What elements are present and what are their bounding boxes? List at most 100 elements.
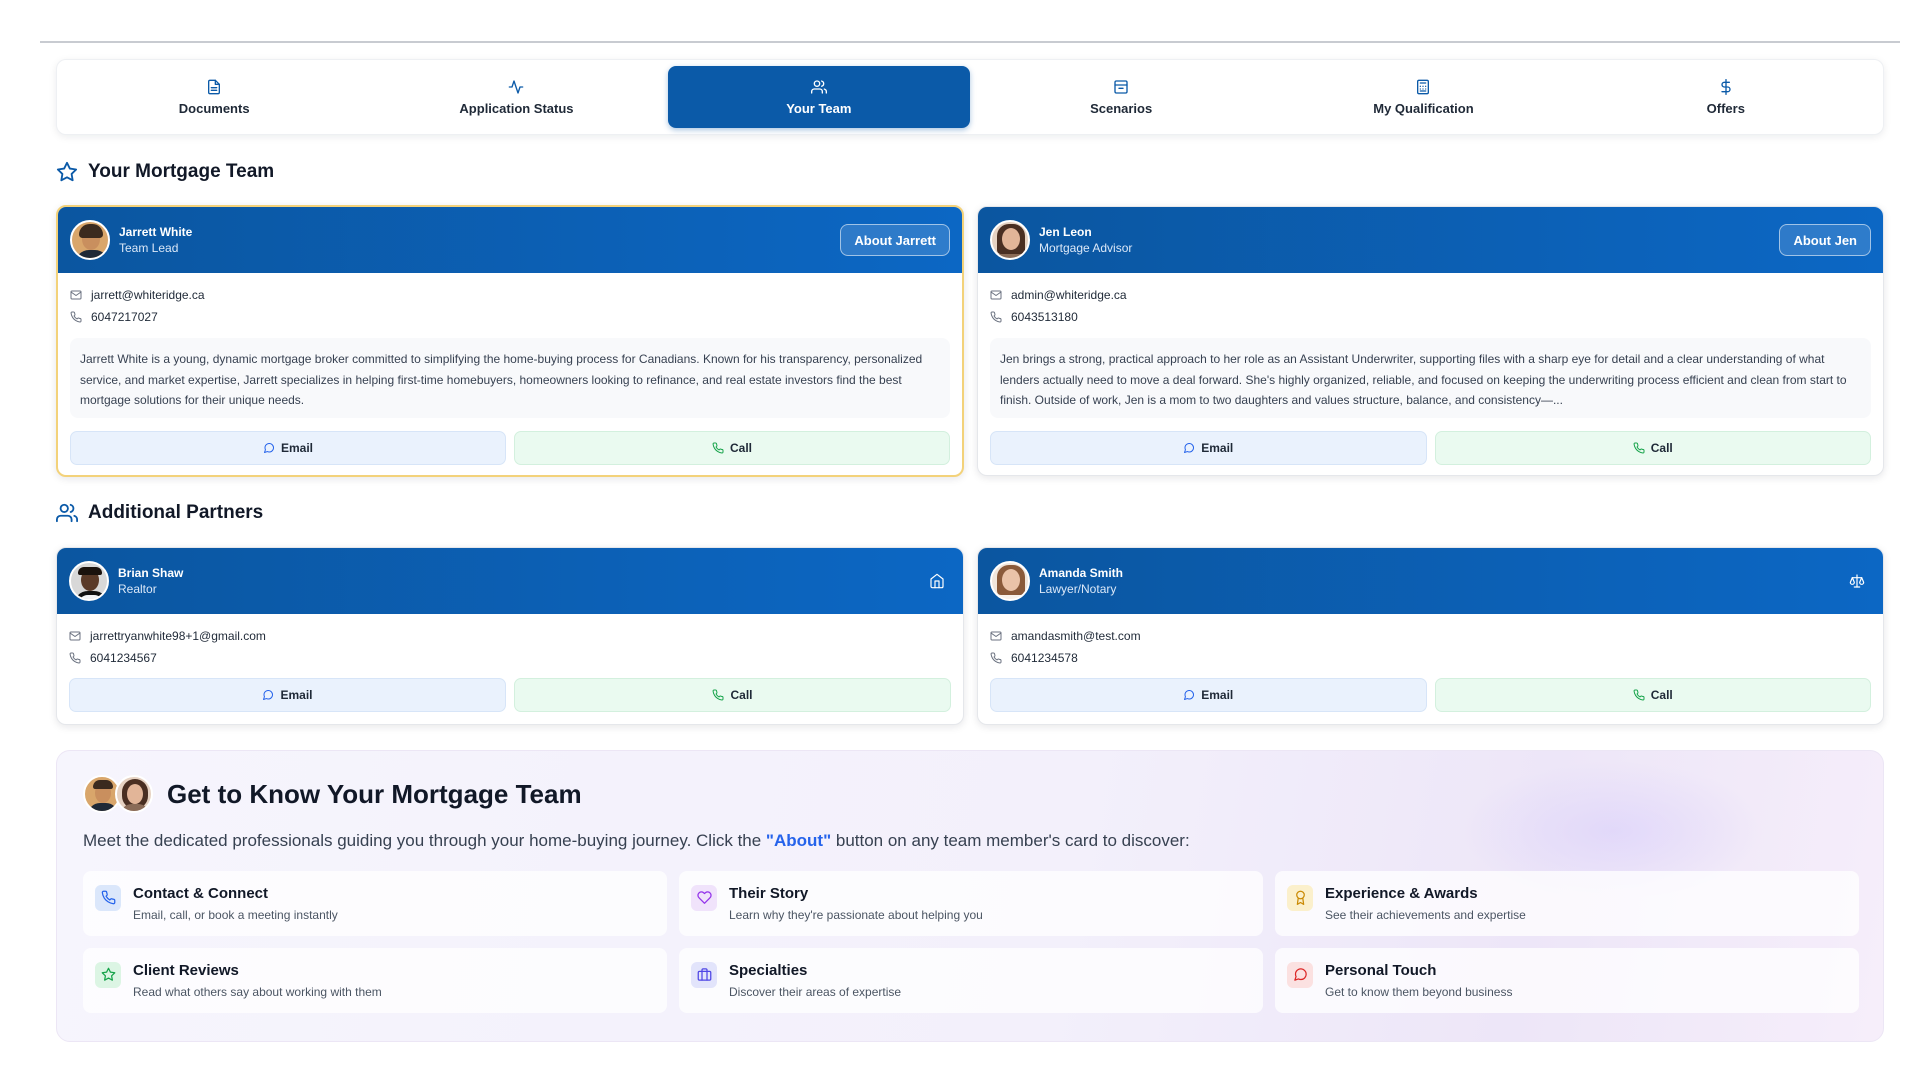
award-icon	[1295, 890, 1305, 905]
star-icon	[101, 967, 115, 981]
get-to-know-panel: Get to Know Your Mortgage Team Meet the …	[56, 750, 1884, 1042]
avatar	[115, 775, 153, 813]
phone-icon	[69, 652, 81, 664]
member-name: Jarrett White	[119, 225, 193, 239]
email-button[interactable]: Email	[990, 431, 1427, 465]
team-card-jen: Jen Leon Mortgage Advisor About Jen admi…	[977, 206, 1884, 476]
phone-icon	[713, 689, 724, 701]
section-title-text: Additional Partners	[88, 502, 264, 523]
member-email: amandasmith@test.com	[1011, 629, 1141, 643]
heart-icon	[696, 891, 712, 904]
message-icon	[1293, 968, 1307, 981]
email-row: jarrettryanwhite98+1@gmail.com	[57, 625, 963, 647]
email-row: amandasmith@test.com	[978, 625, 1883, 647]
member-role: Mortgage Advisor	[1039, 241, 1133, 255]
feature-personal-touch: Personal Touch Get to know them beyond bu…	[1275, 948, 1859, 1013]
email-button-label: Email	[1201, 441, 1234, 455]
feature-experience-awards: Experience & Awards See their achievement…	[1275, 871, 1859, 936]
about-button[interactable]: About Jen	[1779, 224, 1871, 256]
phone-row: 6043513180	[978, 306, 1883, 328]
avatar	[990, 561, 1030, 601]
feature-desc: Email, call, or book a meeting instantly	[133, 908, 338, 922]
card-header: Jarrett White Team Lead About Jarrett	[58, 207, 962, 273]
tab-documents[interactable]: Documents	[63, 66, 365, 128]
member-name: Brian Shaw	[118, 566, 184, 580]
email-row: admin@whiteridge.ca	[978, 284, 1883, 306]
email-button-label: Email	[280, 688, 313, 702]
member-bio: Jarrett White is a young, dynamic mortga…	[70, 338, 950, 418]
subtitle-highlight: "About"	[765, 831, 832, 850]
panel-subtitle: Meet the dedicated professionals guiding…	[83, 831, 1190, 851]
partner-card-brian: Brian Shaw Realtor jarrettryanwhite98+1@…	[56, 547, 964, 725]
member-role: Realtor	[118, 582, 157, 596]
section-title-text: Your Mortgage Team	[88, 161, 275, 182]
feature-title: Experience & Awards	[1325, 885, 1478, 902]
feature-title: Client Reviews	[133, 962, 239, 979]
feature-title: Personal Touch	[1325, 962, 1437, 979]
avatar	[990, 220, 1030, 260]
tab-label: Documents	[178, 100, 250, 116]
tab-your-team[interactable]: Your Team	[667, 66, 970, 128]
phone-icon	[101, 890, 115, 905]
message-circle-icon	[263, 442, 274, 453]
subtitle-text: button on any team member's card to disc…	[831, 831, 1190, 850]
phone-icon	[1633, 689, 1645, 701]
tab-application-status[interactable]: Application Status	[365, 66, 667, 128]
feature-desc: Learn why they're passionate about helpi…	[729, 908, 983, 922]
avatar	[69, 561, 109, 601]
member-role: Team Lead	[119, 241, 179, 255]
email-button[interactable]: Email	[990, 678, 1427, 712]
feature-title: Their Story	[729, 885, 809, 902]
phone-icon	[990, 311, 1002, 323]
subtitle-text: Meet the dedicated professionals guiding…	[83, 831, 766, 850]
member-phone: 6041234567	[90, 651, 157, 665]
feature-client-reviews: Client Reviews Read what others say about…	[83, 948, 667, 1013]
feature-desc: Get to know them beyond business	[1325, 985, 1513, 999]
tab-offers[interactable]: Offers	[1575, 66, 1877, 128]
card-header: Jen Leon Mortgage Advisor About Jen	[978, 207, 1883, 273]
tab-label: Your Team	[786, 100, 852, 116]
member-name: Jen Leon	[1039, 225, 1092, 239]
tab-label: Offers	[1706, 100, 1745, 116]
partner-card-amanda: Amanda Smith Lawyer/Notary amandasmith@t…	[977, 547, 1884, 725]
email-row: jarrett@whiteridge.ca	[58, 284, 962, 306]
call-button-label: Call	[1650, 688, 1673, 702]
mail-icon	[990, 290, 1002, 300]
briefcase-icon	[697, 968, 711, 981]
member-email: admin@whiteridge.ca	[1011, 288, 1127, 302]
member-phone: 6041234578	[1011, 651, 1078, 665]
call-button[interactable]: Call	[514, 678, 951, 712]
users-icon	[56, 503, 78, 523]
email-button[interactable]: Email	[70, 431, 506, 465]
tab-label: Scenarios	[1090, 100, 1153, 116]
avatar	[70, 220, 110, 260]
team-section-title: Your Mortgage Team	[56, 161, 274, 183]
email-button[interactable]: Email	[69, 678, 506, 712]
feature-specialties: Specialties Discover their areas of exper…	[679, 948, 1263, 1013]
feature-title: Specialties	[729, 962, 808, 979]
mail-icon	[69, 631, 81, 641]
phone-icon	[1633, 442, 1645, 454]
message-circle-icon	[1184, 689, 1195, 700]
call-button[interactable]: Call	[514, 431, 950, 465]
feature-their-story: Their Story Learn why they're passionate …	[679, 871, 1263, 936]
archive-icon	[1114, 79, 1128, 94]
phone-row: 6041234567	[57, 647, 963, 669]
mail-icon	[70, 290, 82, 300]
tab-my-qualification[interactable]: My Qualification	[1272, 66, 1574, 128]
phone-icon	[712, 442, 724, 454]
calculator-icon	[1417, 79, 1430, 94]
phone-icon	[990, 652, 1002, 664]
call-button[interactable]: Call	[1434, 431, 1871, 465]
call-button-label: Call	[1650, 441, 1673, 455]
tab-scenarios[interactable]: Scenarios	[970, 66, 1272, 128]
call-button-label: Call	[730, 688, 753, 702]
feature-desc: Discover their areas of expertise	[729, 985, 902, 999]
card-header: Amanda Smith Lawyer/Notary	[978, 548, 1883, 614]
call-button[interactable]: Call	[1434, 678, 1871, 712]
card-header: Brian Shaw Realtor	[57, 548, 963, 614]
document-icon	[208, 79, 221, 94]
member-role: Lawyer/Notary	[1039, 582, 1117, 596]
panel-title: Get to Know Your Mortgage Team	[167, 778, 582, 809]
about-button[interactable]: About Jarrett	[840, 224, 950, 256]
